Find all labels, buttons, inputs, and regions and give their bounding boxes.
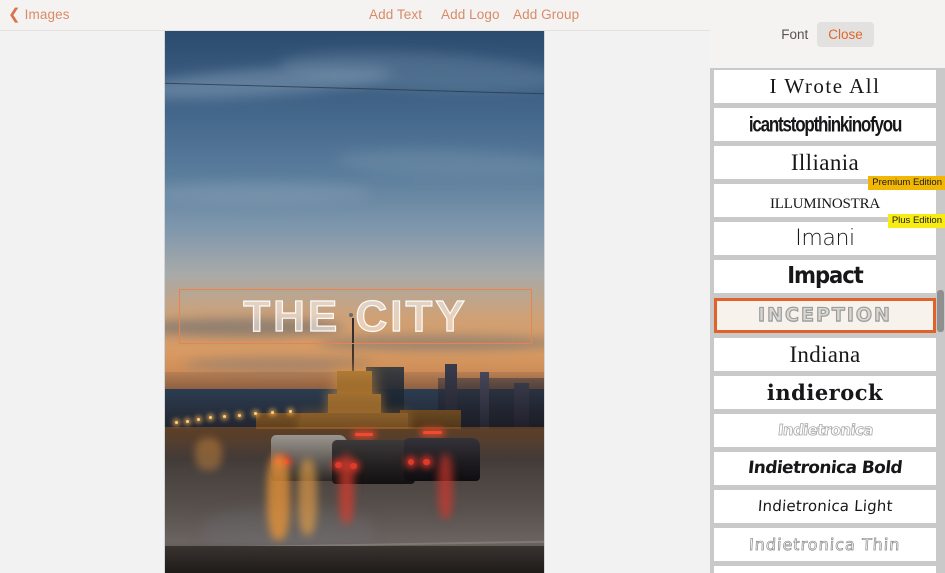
font-panel: Font Close I Wrote All icantstopthinkinof…: [710, 0, 945, 573]
brake-light: [422, 430, 442, 434]
close-button[interactable]: Close: [817, 21, 874, 47]
font-panel-title: Font: [781, 26, 809, 42]
light-reflection: [195, 437, 222, 471]
font-name-preview: Indietronica: [776, 421, 874, 440]
font-name-preview: Illiania: [790, 150, 860, 175]
edition-badge: Premium Edition: [868, 176, 945, 190]
font-name-preview: I Wrote All: [769, 74, 881, 98]
text-layer-selection-box[interactable]: THE CITY: [179, 289, 532, 344]
font-name-preview: Indietronica Bold: [747, 458, 904, 478]
font-list-item[interactable]: indierock: [714, 376, 936, 409]
text-layer-value: THE CITY: [243, 291, 468, 341]
font-list-item[interactable]: Indietronica Bold: [714, 452, 936, 485]
back-to-images-label: Images: [24, 7, 70, 22]
font-name-preview: Imani: [795, 225, 855, 251]
font-list[interactable]: I Wrote All icantstopthinkinofyou Illiania…: [710, 68, 945, 573]
font-list-item[interactable]: Imani Plus Edition: [714, 214, 945, 255]
image-canvas[interactable]: THE CITY: [164, 31, 545, 573]
font-list-item[interactable]: Indiana: [714, 338, 936, 371]
font-name-preview: INCEPTION: [757, 304, 892, 326]
light-reflection: [437, 453, 454, 519]
font-panel-header: Font Close: [710, 0, 945, 68]
light-reflection: [297, 459, 317, 536]
add-group-button[interactable]: Add Group: [513, 7, 579, 22]
font-name-preview: Indiana: [789, 342, 861, 367]
font-list-item[interactable]: Indietronica Light: [714, 490, 936, 523]
font-list-item[interactable]: Indietronica: [714, 414, 936, 447]
font-list-item[interactable]: Impact: [714, 260, 936, 293]
font-list-item[interactable]: icantstopthinkinofyou: [714, 108, 936, 141]
curb: [165, 545, 544, 573]
font-name-preview: Impact: [787, 263, 863, 289]
font-name-preview: indierock: [766, 380, 884, 405]
brake-light: [354, 433, 374, 437]
font-name-preview: illuminostra: [769, 187, 881, 213]
font-list-item[interactable]: I Wrote All: [714, 70, 936, 103]
font-list-item-selected[interactable]: INCEPTION: [714, 298, 936, 333]
font-list-item[interactable]: illuminostra Premium Edition: [714, 176, 945, 217]
font-name-preview: Indietronica Thin: [748, 534, 902, 554]
light-reflection: [267, 453, 291, 541]
light-reflection: [339, 453, 355, 525]
add-logo-button[interactable]: Add Logo: [441, 7, 500, 22]
font-name-preview: Indietronica Light: [757, 497, 893, 515]
font-list-item[interactable]: [714, 566, 936, 573]
edition-badge: Plus Edition: [887, 214, 945, 228]
font-name-preview: icantstopthinkinofyou: [748, 112, 903, 137]
font-list-item[interactable]: Illiania: [714, 146, 936, 179]
font-list-item[interactable]: Indietronica Thin: [714, 528, 936, 561]
add-text-button[interactable]: Add Text: [369, 7, 422, 22]
font-list-scrollbar[interactable]: [937, 68, 945, 573]
chevron-left-icon: ❮: [8, 6, 21, 23]
back-to-images-link[interactable]: ❮ Images: [8, 7, 70, 22]
scrollbar-thumb[interactable]: [937, 290, 944, 332]
font-editor-app: ❮ Images Add Text Add Logo Add Group Nex…: [0, 0, 945, 573]
